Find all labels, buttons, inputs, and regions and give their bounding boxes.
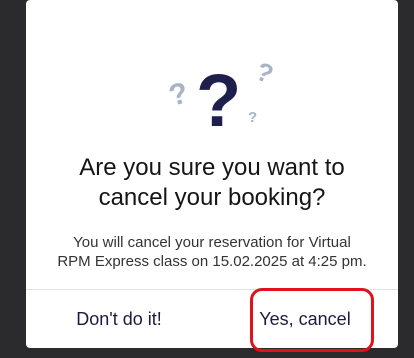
dont-cancel-button[interactable]: Don't do it! bbox=[26, 290, 212, 348]
question-marks-icon: ? ? ? ? bbox=[166, 56, 278, 130]
svg-text:?: ? bbox=[248, 109, 257, 126]
cancel-booking-dialog: ? ? ? ? Are you sure you want to cancel … bbox=[26, 0, 398, 348]
confirm-cancel-button[interactable]: Yes, cancel bbox=[212, 290, 398, 348]
dialog-title-line: cancel your booking? bbox=[98, 184, 326, 211]
svg-text:?: ? bbox=[166, 76, 192, 112]
dialog-message: You will cancel your reservation for Vir… bbox=[42, 233, 382, 271]
dialog-actions: Don't do it! Yes, cancel bbox=[26, 290, 398, 348]
svg-text:?: ? bbox=[196, 59, 241, 130]
dialog-title-line: Are you sure you want to bbox=[79, 154, 345, 181]
svg-text:?: ? bbox=[252, 56, 278, 90]
screen: ? ? ? ? Are you sure you want to cancel … bbox=[0, 0, 414, 358]
dialog-title: Are you sure you want to cancel your boo… bbox=[36, 153, 388, 213]
dialog-message-line: RPM Express class on 15.02.2025 at 4:25 … bbox=[57, 253, 367, 270]
dialog-message-line: You will cancel your reservation for Vir… bbox=[73, 234, 351, 251]
